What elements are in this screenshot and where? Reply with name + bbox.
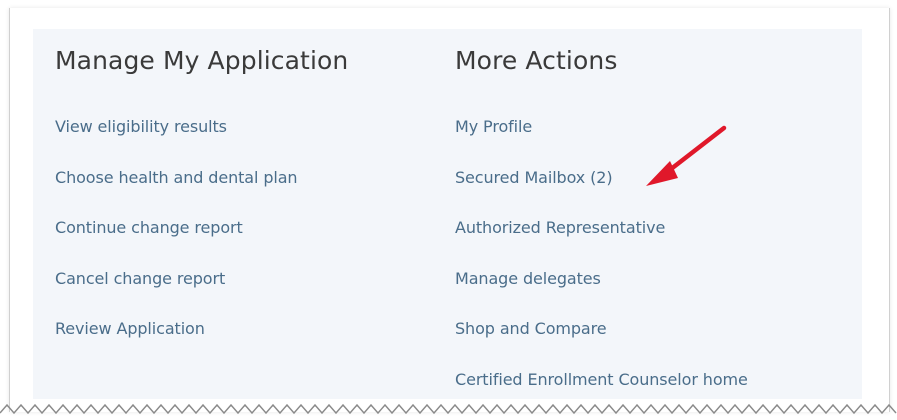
manage-links-list: View eligibility results Choose health a… [55,86,415,370]
list-item: Cancel change report [55,269,415,320]
list-item: Choose health and dental plan [55,168,415,219]
continue-change-report-link[interactable]: Continue change report [55,218,243,237]
list-item: View eligibility results [55,117,415,168]
manage-my-application-heading: Manage My Application [55,46,349,75]
certified-enrollment-counselor-home-link[interactable]: Certified Enrollment Counselor home [455,370,748,389]
torn-edge-divider [0,403,897,415]
more-actions-section: More Actions My Profile Secured Mailbox … [455,29,855,420]
application-actions-panel: Manage My Application View eligibility r… [33,29,862,399]
my-profile-link[interactable]: My Profile [455,117,532,136]
choose-health-dental-plan-link[interactable]: Choose health and dental plan [55,168,298,187]
red-arrow-icon [646,125,727,186]
list-item: Shop and Compare [455,319,855,370]
review-application-link[interactable]: Review Application [55,319,205,338]
list-item: Manage delegates [455,269,855,320]
manage-my-application-section: Manage My Application View eligibility r… [55,29,415,370]
more-actions-heading: More Actions [455,46,618,75]
cancel-change-report-link[interactable]: Cancel change report [55,269,225,288]
view-eligibility-results-link[interactable]: View eligibility results [55,117,227,136]
list-item: Authorized Representative [455,218,855,269]
shop-and-compare-link[interactable]: Shop and Compare [455,319,607,338]
authorized-representative-link[interactable]: Authorized Representative [455,218,665,237]
manage-delegates-link[interactable]: Manage delegates [455,269,601,288]
list-item: Review Application [55,319,415,370]
list-item: Continue change report [55,218,415,269]
secured-mailbox-link[interactable]: Secured Mailbox (2) [455,168,613,187]
